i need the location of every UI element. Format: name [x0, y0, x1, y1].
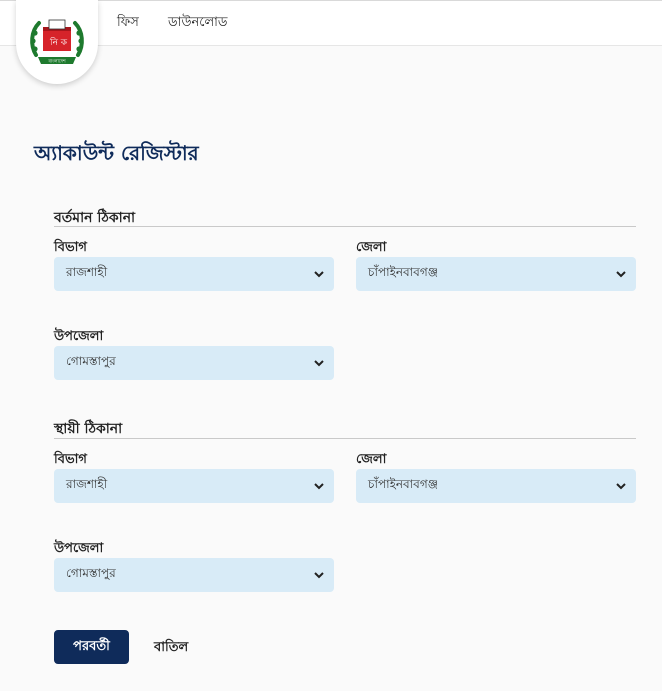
chevron-down-icon — [314, 271, 324, 278]
present-upazila-value: গোমস্তাপুর — [66, 354, 116, 368]
permanent-division-label: বিভাগ — [54, 452, 87, 467]
permanent-district-select[interactable]: চাঁপাইনবাবগঞ্জ — [356, 469, 636, 503]
page-title: অ্যাকাউন্ট রেজিস্টার — [34, 141, 199, 165]
permanent-upazila-value: গোমস্তাপুর — [66, 566, 116, 580]
present-division-select[interactable]: রাজশাহী — [54, 257, 334, 291]
chevron-down-icon — [616, 271, 626, 278]
present-address-divider — [54, 226, 636, 227]
cancel-button[interactable]: বাতিল — [154, 638, 188, 659]
next-button[interactable]: পরবর্তী — [54, 630, 129, 664]
present-district-label: জেলা — [356, 240, 387, 255]
permanent-upazila-select[interactable]: গোমস্তাপুর — [54, 558, 334, 592]
chevron-down-icon — [616, 483, 626, 490]
nav-link-download[interactable]: ডাউনলোড — [168, 13, 227, 34]
logo-emblem-icon: নি ক বাংলাদেশ — [30, 19, 84, 65]
present-division-value: রাজশাহী — [66, 265, 108, 279]
top-navbar: ফিস ডাউনলোড — [0, 0, 662, 46]
permanent-division-select[interactable]: রাজশাহী — [54, 469, 334, 503]
nav-link-fees[interactable]: ফিস — [117, 13, 139, 34]
logo-caption: বাংলাদেশ — [47, 59, 67, 65]
present-upazila-select[interactable]: গোমস্তাপুর — [54, 346, 334, 380]
page: ফিস ডাউনলোড নি ক বাংলাদেশ অ্যাকাউন্ট রেজ… — [0, 0, 662, 691]
permanent-district-value: চাঁপাইনবাবগঞ্জ — [368, 477, 438, 491]
present-upazila-label: উপজেলা — [54, 329, 104, 344]
chevron-down-icon — [314, 572, 324, 579]
logo-text: নি ক — [49, 37, 68, 48]
permanent-division-value: রাজশাহী — [66, 477, 108, 491]
chevron-down-icon — [314, 360, 324, 367]
permanent-upazila-label: উপজেলা — [54, 541, 104, 556]
permanent-address-divider — [54, 438, 636, 439]
present-division-label: বিভাগ — [54, 240, 87, 255]
chevron-down-icon — [314, 483, 324, 490]
election-commission-logo[interactable]: নি ক বাংলাদেশ — [16, 0, 98, 84]
present-district-value: চাঁপাইনবাবগঞ্জ — [368, 265, 438, 279]
permanent-district-label: জেলা — [356, 452, 387, 467]
present-district-select[interactable]: চাঁপাইনবাবগঞ্জ — [356, 257, 636, 291]
